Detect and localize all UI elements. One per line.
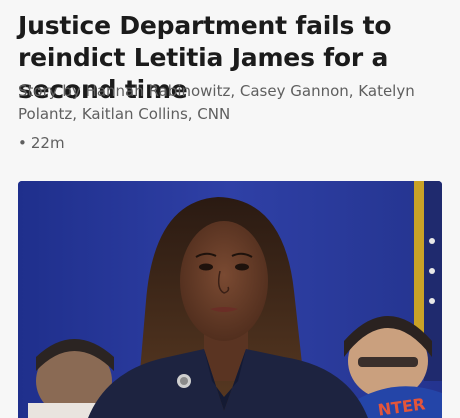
article-byline: Story by Hannah Rabinowitz, Casey Gannon… bbox=[18, 82, 415, 123]
hero-photo: NTER bbox=[18, 181, 442, 418]
article-hero-image[interactable]: NTER bbox=[18, 181, 442, 418]
article-timestamp: 22m bbox=[30, 134, 65, 152]
news-article: Justice Department fails to reindict Let… bbox=[0, 0, 460, 418]
bullet-separator: • bbox=[18, 134, 27, 152]
article-meta: • 22m bbox=[18, 133, 65, 153]
